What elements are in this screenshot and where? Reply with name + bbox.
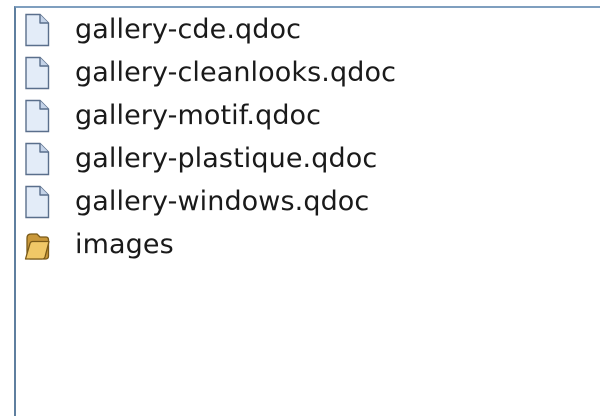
file-item-gallery-windows[interactable]: gallery-windows.qdoc	[24, 180, 396, 223]
document-icon	[25, 99, 50, 132]
document-icon	[25, 13, 50, 46]
file-name: gallery-cleanlooks.qdoc	[75, 56, 397, 88]
document-icon	[25, 185, 50, 218]
file-item-images-folder[interactable]: images	[24, 223, 396, 266]
file-name: gallery-cde.qdoc	[75, 13, 302, 45]
file-item-gallery-plastique[interactable]: gallery-plastique.qdoc	[24, 137, 396, 180]
file-item-gallery-cde[interactable]: gallery-cde.qdoc	[24, 8, 396, 51]
folder-icon	[24, 232, 50, 260]
file-name: gallery-motif.qdoc	[75, 99, 322, 131]
file-name: gallery-plastique.qdoc	[75, 142, 378, 174]
document-icon	[25, 142, 50, 175]
file-item-gallery-motif[interactable]: gallery-motif.qdoc	[24, 94, 396, 137]
file-name: images	[75, 228, 174, 260]
file-list: gallery-cde.qdoc gallery-cleanlooks.qdoc…	[24, 8, 396, 266]
file-item-gallery-cleanlooks[interactable]: gallery-cleanlooks.qdoc	[24, 51, 396, 94]
document-icon	[25, 56, 50, 89]
file-list-view[interactable]: gallery-cde.qdoc gallery-cleanlooks.qdoc…	[14, 6, 600, 416]
file-name: gallery-windows.qdoc	[75, 185, 370, 217]
